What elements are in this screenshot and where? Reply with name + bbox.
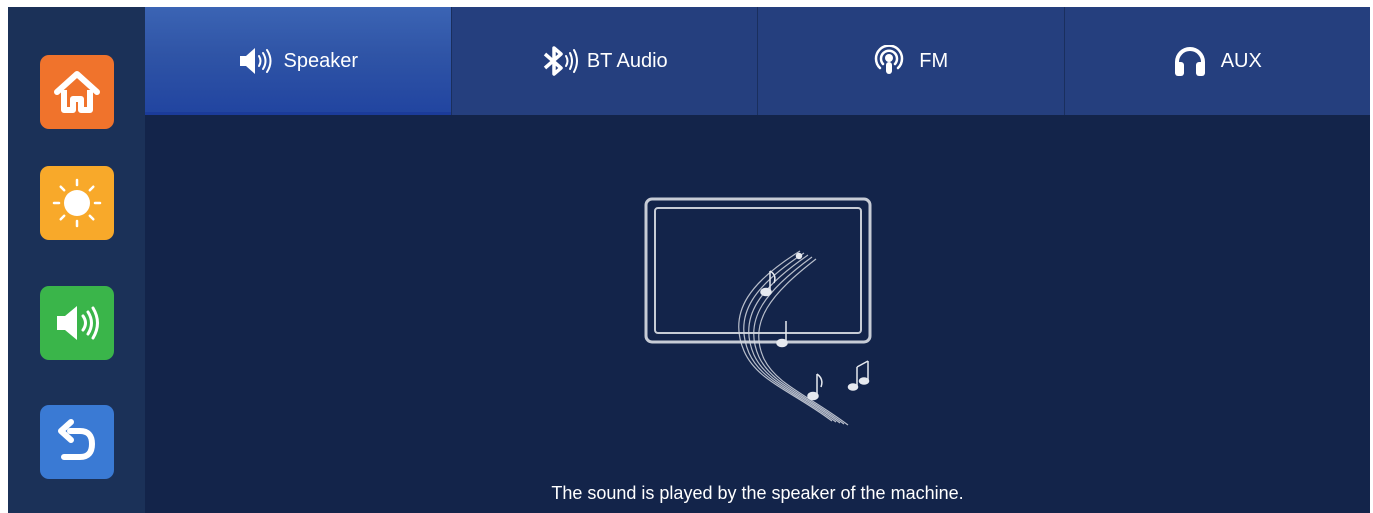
brightness-button[interactable] bbox=[40, 166, 114, 240]
tab-aux[interactable]: AUX bbox=[1063, 7, 1370, 115]
content-panel: The sound is played by the speaker of th… bbox=[145, 115, 1370, 513]
app-window: Speaker BT Audio FM AUX The sound is pla… bbox=[8, 7, 1370, 513]
tab-speaker[interactable]: Speaker bbox=[145, 7, 451, 115]
tab-fm[interactable]: FM bbox=[757, 7, 1064, 115]
tab-speaker-label: Speaker bbox=[283, 49, 359, 72]
tab-aux-label: AUX bbox=[1220, 49, 1262, 72]
headphones-icon bbox=[1173, 45, 1207, 77]
home-button[interactable] bbox=[40, 55, 114, 129]
sidebar bbox=[8, 7, 145, 513]
tab-bt-audio-label: BT Audio bbox=[586, 49, 668, 72]
volume-icon bbox=[57, 306, 99, 340]
volume-button[interactable] bbox=[40, 286, 114, 360]
back-button[interactable] bbox=[40, 405, 114, 479]
tab-bt-audio[interactable]: BT Audio bbox=[450, 7, 757, 115]
monitor-music-notes-icon bbox=[644, 197, 872, 426]
tab-fm-label: FM bbox=[919, 49, 949, 72]
source-tabs: Speaker BT Audio FM AUX bbox=[145, 7, 1370, 115]
speaker-icon bbox=[238, 46, 274, 76]
sun-icon bbox=[52, 178, 102, 228]
back-arrow-icon bbox=[58, 419, 95, 460]
radio-icon bbox=[873, 45, 905, 77]
status-caption: The sound is played by the speaker of th… bbox=[551, 483, 964, 503]
bluetooth-icon bbox=[541, 46, 581, 76]
home-icon bbox=[54, 71, 100, 113]
